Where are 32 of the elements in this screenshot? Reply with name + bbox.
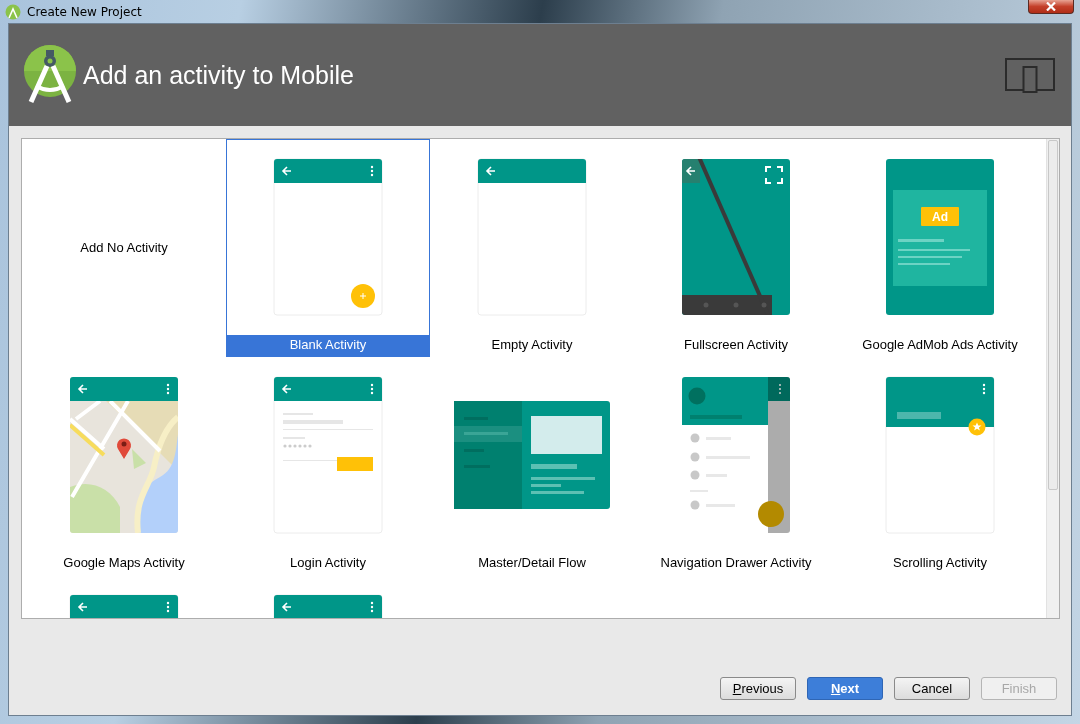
previous-button[interactable]: Previous — [720, 677, 796, 700]
template-label: Fullscreen Activity — [682, 336, 789, 354]
template-label: Empty Activity — [490, 336, 574, 354]
template-label: Google AdMob Ads Activity — [861, 336, 1019, 354]
template-option[interactable]: Master/Detail Flow — [430, 357, 634, 575]
template-label: Navigation Drawer Activity — [659, 554, 813, 572]
template-option[interactable]: Add No Activity — [22, 139, 226, 357]
close-icon — [1046, 2, 1056, 11]
template-option[interactable]: Login Activity — [226, 357, 430, 575]
template-label: Google Maps Activity — [62, 554, 186, 572]
template-label: Blank Activity — [227, 335, 429, 356]
app-logo-icon — [5, 3, 21, 20]
scrollbar-thumb[interactable] — [1048, 140, 1058, 490]
cancel-button[interactable]: Cancel — [894, 677, 970, 700]
template-label: Add No Activity — [79, 238, 169, 257]
template-option[interactable]: Fullscreen Activity — [634, 139, 838, 357]
ad-label: Ad — [932, 210, 948, 224]
template-label: Scrolling Activity — [892, 554, 988, 572]
close-button[interactable] — [1028, 0, 1074, 14]
next-button[interactable]: Next — [807, 677, 883, 700]
template-option[interactable]: Blank Activity — [226, 139, 430, 357]
phone-and-tablet-icon — [1005, 57, 1055, 93]
template-option[interactable]: Google Maps Activity — [22, 357, 226, 575]
template-option[interactable]: Navigation Drawer Activity — [634, 357, 838, 575]
template-option[interactable]: Scrolling Activity — [838, 357, 1042, 575]
template-label: Master/Detail Flow — [477, 554, 587, 572]
window-title: Create New Project — [27, 4, 142, 19]
template-option[interactable]: Ad Google AdMob Ads Activity — [838, 139, 1042, 357]
template-label: Login Activity — [289, 554, 367, 572]
page-title: Add an activity to Mobile — [83, 60, 354, 90]
template-option[interactable]: Empty Activity — [430, 139, 634, 357]
android-studio-logo-icon — [23, 44, 77, 106]
